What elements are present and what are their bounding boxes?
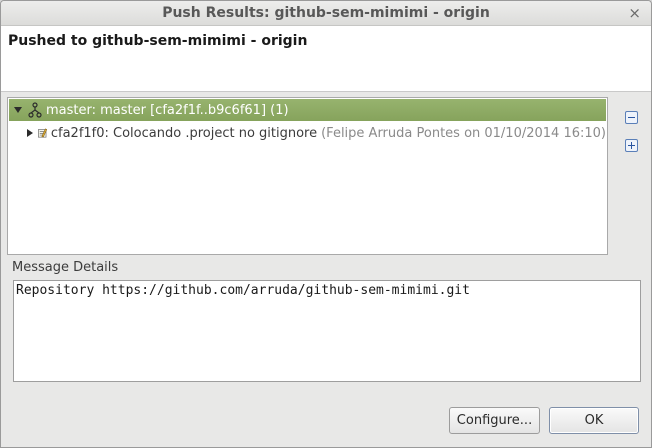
- expand-all-icon[interactable]: [625, 139, 638, 152]
- collapse-all-icon[interactable]: [625, 111, 638, 124]
- commit-meta: (Felipe Arruda Pontes on 01/10/2014 16:1…: [321, 125, 606, 141]
- message-details-text[interactable]: Repository https://github.com/arruda/git…: [13, 280, 641, 382]
- configure-button[interactable]: Configure...: [449, 407, 540, 434]
- tree-row-master[interactable]: master: master [cfa2f1f..b9c6f61] (1): [9, 99, 606, 121]
- window-title: Push Results: github-sem-mimimi - origin: [162, 5, 490, 21]
- dialog-header: Pushed to github-sem-mimimi - origin: [1, 26, 651, 92]
- close-icon[interactable]: ×: [628, 4, 641, 22]
- expand-toggle-down-icon[interactable]: [11, 103, 25, 117]
- ok-button[interactable]: OK: [549, 407, 639, 434]
- push-results-dialog: Push Results: github-sem-mimimi - origin…: [0, 0, 652, 448]
- push-results-tree[interactable]: master: master [cfa2f1f..b9c6f61] (1) cf…: [7, 97, 608, 255]
- commit-label: cfa2f1f0: Colocando .project no gitignor…: [50, 125, 318, 141]
- message-details-label: Message Details: [12, 260, 119, 275]
- tree-row-commit[interactable]: cfa2f1f0: Colocando .project no gitignor…: [9, 122, 606, 144]
- tree-row-master-label: master: master [cfa2f1f..b9c6f61] (1): [46, 102, 289, 118]
- branch-icon: [28, 102, 42, 118]
- title-bar[interactable]: Push Results: github-sem-mimimi - origin…: [1, 1, 651, 26]
- expand-toggle-right-icon[interactable]: [25, 126, 35, 140]
- dialog-heading: Pushed to github-sem-mimimi - origin: [8, 33, 308, 49]
- commit-icon: [37, 128, 47, 138]
